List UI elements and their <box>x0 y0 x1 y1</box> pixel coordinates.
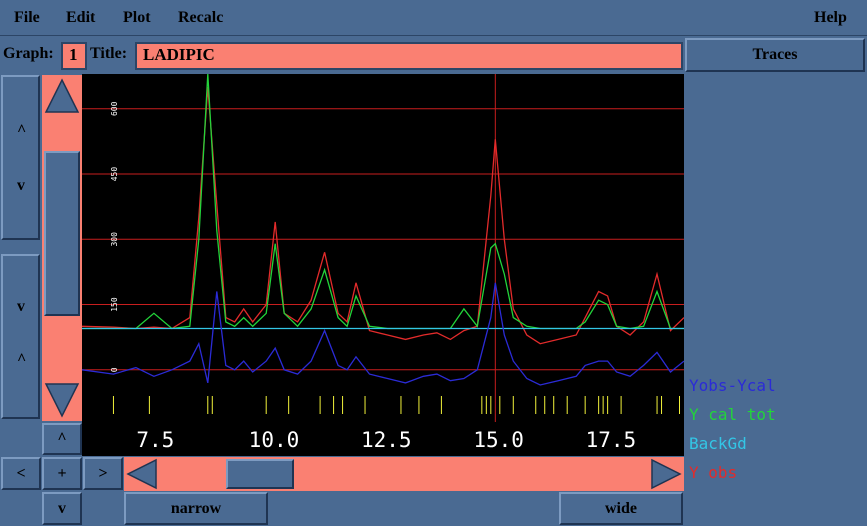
legend-entry: Y obs <box>689 463 738 482</box>
pan-up-button[interactable]: ^ <box>42 423 82 455</box>
wide-button[interactable]: wide <box>559 492 683 525</box>
zoom-reset-button[interactable]: + <box>42 457 82 490</box>
y-tick-label: 600 <box>110 101 119 116</box>
y-tick-label: 0 <box>110 367 119 372</box>
pan-down-button[interactable]: v <box>42 492 82 525</box>
vertical-scroll-thumb[interactable] <box>44 151 80 316</box>
series-y-obs <box>81 87 685 345</box>
y-tick-label: 150 <box>110 297 119 312</box>
powder-pattern-chart: 0 150 300 450 600 <box>81 73 685 422</box>
menu-bar: File Edit Plot Recalc Help <box>0 0 867 36</box>
title-label: Title: <box>90 45 128 62</box>
horizontal-scroll-thumb[interactable] <box>226 459 294 489</box>
graph-label: Graph: <box>3 45 54 62</box>
x-tick-label: 10.0 <box>248 428 300 452</box>
caret-up-label: ^ <box>17 122 27 139</box>
graph-number-field[interactable]: 1 <box>61 42 87 70</box>
title-field[interactable]: LADIPIC <box>135 42 683 70</box>
x-tick-label: 17.5 <box>585 428 637 452</box>
menu-help[interactable]: Help <box>814 9 847 27</box>
y-tick-label: 300 <box>110 232 119 247</box>
x-tick-label: 7.5 <box>136 428 175 452</box>
x-tick-label: 15.0 <box>473 428 524 452</box>
scroll-right-arrow-icon[interactable] <box>650 458 682 490</box>
legend-entry: BackGd <box>689 434 747 453</box>
pan-left-button[interactable]: < <box>1 457 41 490</box>
legend-entry: Yobs-Ycal <box>689 376 776 395</box>
menu-recalc[interactable]: Recalc <box>178 9 223 27</box>
scroll-left-arrow-icon[interactable] <box>126 458 158 490</box>
y-tick-label: 450 <box>110 167 119 182</box>
caret-up-label: ^ <box>17 351 27 368</box>
plot-area: 0 150 300 450 600 <box>81 73 685 422</box>
scroll-up-arrow-icon[interactable] <box>44 77 80 115</box>
menu-plot[interactable]: Plot <box>123 9 151 27</box>
y-zoom-bottom-button[interactable]: v ^ <box>1 254 40 419</box>
legend-entry: Y cal tot <box>689 405 776 424</box>
v-label: v <box>17 177 25 194</box>
series-y-cal-tot <box>82 73 684 330</box>
narrow-button[interactable]: narrow <box>124 492 268 525</box>
scroll-down-arrow-icon[interactable] <box>44 381 80 419</box>
menu-edit[interactable]: Edit <box>66 9 95 27</box>
x-tick-label: 12.5 <box>361 428 412 452</box>
menu-file[interactable]: File <box>14 9 40 27</box>
horizontal-scrollbar[interactable] <box>124 457 684 491</box>
vertical-scrollbar[interactable] <box>42 75 82 421</box>
traces-button[interactable]: Traces <box>685 38 865 72</box>
y-zoom-top-button[interactable]: ^ v <box>1 75 40 240</box>
v-label: v <box>17 298 25 315</box>
pan-right-button[interactable]: > <box>83 457 123 490</box>
